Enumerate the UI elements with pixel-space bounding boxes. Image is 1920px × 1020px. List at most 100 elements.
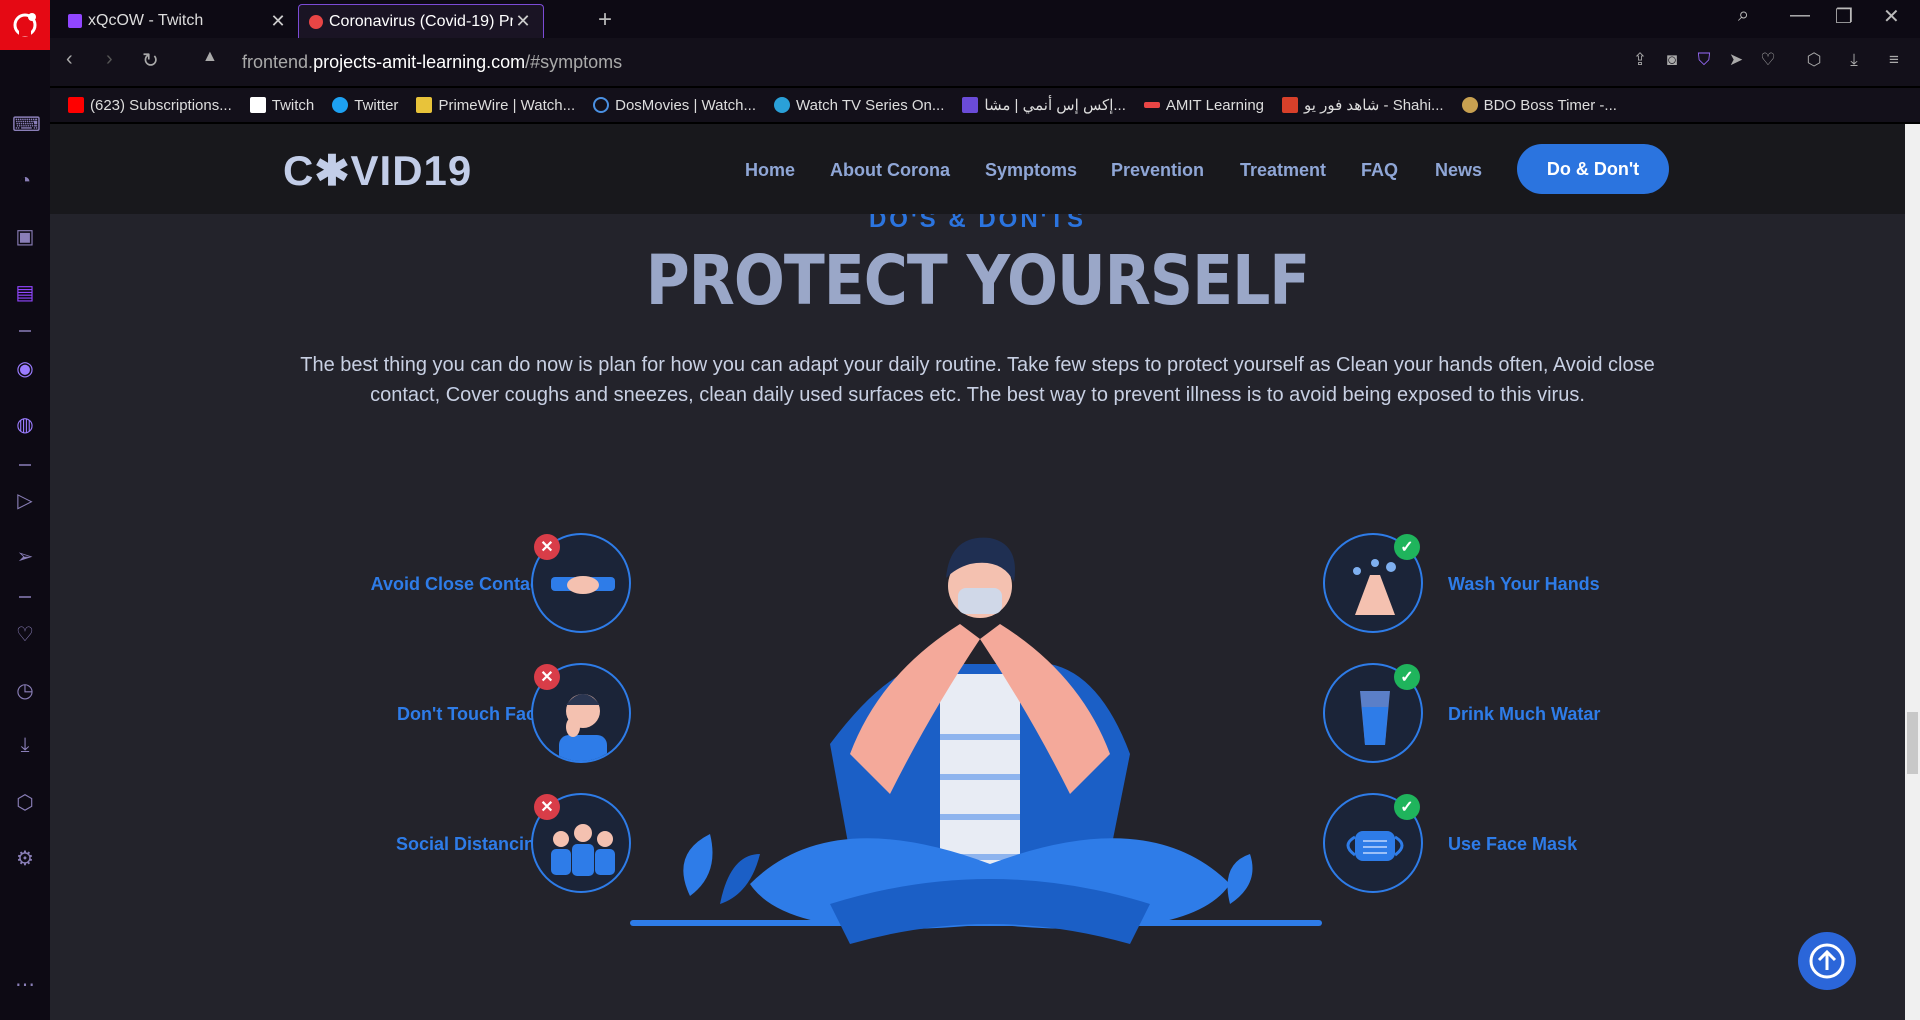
bookmark-twitch[interactable]: Twitch (249, 96, 315, 114)
more-icon[interactable]: ⋯ (12, 972, 38, 998)
intro-paragraph: The best thing you can do now is plan fo… (300, 354, 1655, 406)
scrollbar-thumb[interactable] (1907, 712, 1918, 774)
minimize-icon[interactable]: — (1790, 4, 1810, 27)
meditating-person-illustration (630, 537, 1322, 944)
tab-title: xQcOW - Twitch (88, 12, 204, 29)
gear-icon[interactable]: ⚙ (12, 846, 38, 872)
box-icon[interactable]: ⬡ (12, 790, 38, 816)
do-label: Wash Your Hands (1448, 574, 1600, 594)
sidebar-divider (19, 464, 31, 466)
tab-twitch[interactable]: xQcOW - Twitch ✕ (58, 4, 298, 38)
warning-icon[interactable]: ▲ (202, 48, 218, 66)
camera-icon[interactable]: ◙ (1662, 50, 1682, 70)
do-label: Drink Much Watar (1448, 704, 1601, 724)
speedometer-icon[interactable]: ◔ (12, 168, 38, 194)
browser-sidebar: ⌨ ◔ ▣ ▤ ◉ ◍ ▷ ➢ ♡ ◷ ⤓ ⬡ ⚙ ⋯ (0, 50, 50, 1020)
check-icon: ✓ (1394, 534, 1420, 560)
heart-icon[interactable]: ♡ (12, 622, 38, 648)
url-field[interactable]: frontend.projects-amit-learning.com/#sym… (242, 52, 622, 73)
bookmark-label: BDO Boss Timer -... (1483, 96, 1617, 114)
section-title: PROTECT YOURSELF (645, 240, 1311, 322)
nav-symptoms[interactable]: Symptoms (985, 160, 1077, 181)
send-icon[interactable]: ➤ (1726, 50, 1746, 70)
heart-icon[interactable]: ♡ (1758, 50, 1778, 70)
close-tab-icon[interactable]: ✕ (513, 11, 533, 32)
browser-logo-icon[interactable] (0, 0, 50, 50)
restore-icon[interactable]: ❐ (1835, 4, 1853, 29)
check-icon: ✓ (1394, 664, 1420, 690)
nav-faq[interactable]: FAQ (1361, 160, 1398, 181)
dont-label: Don't Touch Face (397, 704, 546, 724)
whatsapp-icon[interactable]: ◍ (12, 412, 38, 438)
bookmark-label: DosMovies | Watch... (615, 96, 756, 114)
dosmovies-icon (593, 97, 610, 113)
cross-icon: ✕ (534, 534, 560, 560)
reload-icon[interactable]: ↻ (142, 48, 159, 73)
forward-icon[interactable]: › (106, 48, 113, 71)
site-logo-text: C✱VID19 (283, 147, 473, 194)
bookmark-tvseries[interactable]: Watch TV Series On... (774, 97, 944, 114)
scroll-to-top-button[interactable] (1798, 932, 1856, 990)
bookmark-label: (623) Subscriptions... (90, 96, 232, 114)
bag-icon[interactable]: ▣ (12, 224, 38, 250)
player-icon[interactable]: ▷ (12, 488, 38, 514)
bookmark-dosmovies[interactable]: DosMovies | Watch... (593, 97, 756, 114)
bdo-icon (1461, 97, 1478, 113)
bookmark-twitter[interactable]: Twitter (332, 97, 398, 114)
close-window-icon[interactable]: ✕ (1883, 4, 1900, 29)
do-label: Use Face Mask (1448, 834, 1578, 854)
bookmark-xsanime[interactable]: إكس إس أنمي | مشا... (962, 96, 1126, 114)
sidebar-divider (19, 596, 31, 598)
vpn-shield-icon[interactable]: ⛉ (1694, 50, 1714, 70)
page-scrollbar[interactable] (1905, 124, 1920, 1020)
twitch-favicon-icon (68, 14, 82, 28)
nav-home[interactable]: Home (745, 160, 795, 181)
sidebar-divider (19, 330, 31, 332)
send-icon[interactable]: ➢ (12, 544, 38, 570)
site-logo[interactable]: C✱VID19 (283, 146, 472, 195)
share-icon[interactable]: ⇪ (1630, 50, 1650, 70)
arrow-up-icon (1809, 943, 1845, 979)
bookmark-bdo[interactable]: BDO Boss Timer -... (1461, 96, 1617, 114)
bookmark-label: إكس إس أنمي | مشا... (984, 97, 1126, 114)
messenger-icon[interactable]: ◉ (12, 356, 38, 382)
close-tab-icon[interactable]: ✕ (268, 11, 288, 32)
nav-prevention[interactable]: Prevention (1111, 160, 1204, 181)
nav-about-corona[interactable]: About Corona (830, 160, 950, 181)
gamepad-icon[interactable]: ⌨ (12, 112, 41, 138)
virus-favicon-icon (309, 14, 323, 29)
nav-treatment[interactable]: Treatment (1240, 160, 1326, 181)
site-header: C✱VID19 Home About Corona Symptoms Preve… (50, 124, 1905, 214)
url-prefix: frontend. (242, 52, 314, 72)
box-icon[interactable]: ⬡ (1804, 50, 1824, 70)
bookmark-label: Twitch (271, 96, 315, 114)
bookmark-label: AMIT Learning (1165, 96, 1264, 114)
bookmark-youtube[interactable]: (623) Subscriptions... (68, 97, 232, 114)
back-icon[interactable]: ‹ (66, 48, 73, 71)
nav-news[interactable]: News (1435, 160, 1482, 181)
page-icon (249, 97, 266, 113)
bookmark-label: Watch TV Series On... (796, 96, 945, 114)
url-domain: projects-amit-learning.com (313, 52, 526, 72)
history-icon[interactable]: ◷ (12, 678, 38, 704)
twitch-icon[interactable]: ▤ (12, 280, 38, 306)
download-icon[interactable]: ⤓ (12, 732, 38, 758)
tab-covid[interactable]: Coronavirus (Covid-19) Pre ✕ (298, 4, 544, 38)
xsanime-icon (962, 97, 979, 113)
search-icon[interactable]: ⌕ (1738, 4, 1749, 27)
primewire-icon (416, 97, 433, 113)
cross-icon: ✕ (534, 664, 560, 690)
new-tab-icon[interactable]: + (598, 6, 612, 34)
settings-sliders-icon[interactable]: ≡ (1884, 50, 1904, 70)
bookmark-primewire[interactable]: PrimeWire | Watch... (416, 97, 575, 114)
bookmark-amit[interactable]: AMIT Learning (1143, 96, 1264, 114)
bookmark-label: شاهد فور يو - Shahi... (1304, 97, 1444, 114)
tab-title: Coronavirus (Covid-19) Pre (329, 12, 513, 30)
bookmark-shahid[interactable]: شاهد فور يو - Shahi... (1282, 96, 1444, 114)
twitter-icon (332, 97, 349, 113)
tab-bar: xQcOW - Twitch ✕ Coronavirus (Covid-19) … (50, 0, 1920, 38)
bookmark-label: PrimeWire | Watch... (438, 96, 576, 114)
download-icon[interactable]: ⤓ (1844, 50, 1864, 70)
do-dont-button[interactable]: Do & Don't (1517, 144, 1669, 194)
amit-icon (1143, 102, 1160, 108)
